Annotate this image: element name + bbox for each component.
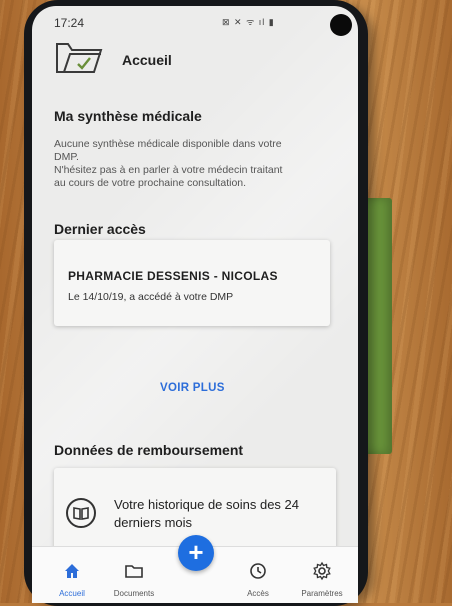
status-icons: ⊠ ✕ ᯤ ıl ▮ [222,17,275,27]
synthese-line: N'hésitez pas à en parler à votre médeci… [54,164,283,176]
nav-label-accueil: Accueil [59,589,85,598]
app-bar: Accueil [32,34,358,84]
voir-plus-button[interactable]: VOIR PLUS [160,382,225,394]
remboursement-heading: Données de remboursement [54,442,244,458]
last-access-subtitle: Le 14/10/19, a accédé à votre DMP [68,291,234,303]
remboursement-text: Votre historique de soins des 24 dernier… [114,496,299,532]
status-bar: 17:24 ⊠ ✕ ᯤ ıl ▮ [32,6,358,34]
main-content: Ma synthèse médicale Aucune synthèse méd… [32,86,358,558]
synthese-heading: Ma synthèse médicale [54,108,202,124]
folder-logo-icon [56,43,103,73]
bottom-navigation: Accueil Documents + Accès Paramètres [32,535,358,603]
book-icon [66,498,96,528]
front-camera [330,14,352,36]
folder-icon [125,565,143,578]
last-access-card[interactable]: PHARMACIE DESSENIS - NICOLAS Le 14/10/19… [54,240,330,326]
remboursement-line: derniers mois [114,515,193,530]
synthese-text: Aucune synthèse médicale disponible dans… [54,138,282,190]
home-icon [65,564,79,578]
add-button[interactable]: + [178,535,214,571]
nav-label-parametres: Paramètres [301,589,343,598]
nav-item-acces[interactable]: Accès [228,547,288,603]
status-time: 17:24 [54,16,85,30]
phone-screen: 17:24 ⊠ ✕ ᯤ ıl ▮ Accueil Ma synthèse méd… [32,6,358,603]
nav-item-accueil[interactable]: Accueil [42,547,102,603]
history-icon [250,563,266,579]
nav-item-parametres[interactable]: Paramètres [292,547,352,603]
synthese-line: au cours de votre prochaine consultation… [54,177,247,189]
synthese-line: DMP. [54,151,79,163]
nav-label-documents: Documents [113,589,155,598]
gear-icon [313,561,331,581]
nav-label-acces: Accès [247,589,269,598]
dernier-acces-heading: Dernier accès [54,221,146,237]
last-access-title: PHARMACIE DESSENIS - NICOLAS [68,269,278,283]
nav-item-documents[interactable]: Documents [104,547,164,603]
remboursement-line: Votre historique de soins des 24 [114,497,300,512]
page-title: Accueil [122,52,172,68]
synthese-line: Aucune synthèse médicale disponible dans… [54,138,282,150]
